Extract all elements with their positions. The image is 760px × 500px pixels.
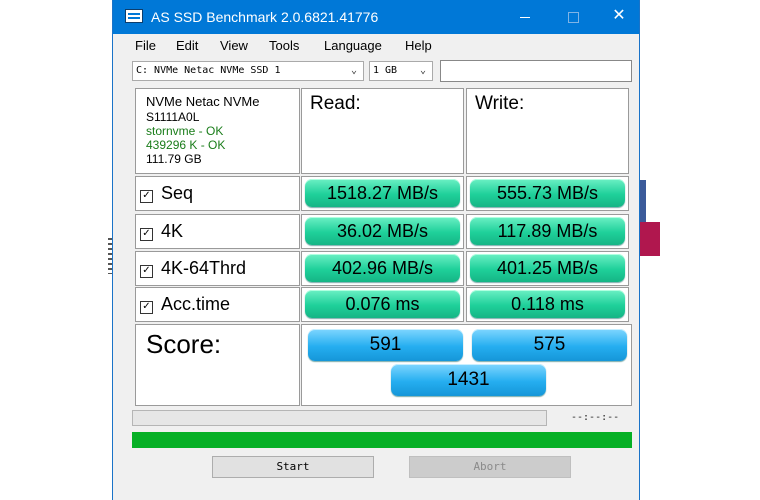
test-label: 4K-64Thrd xyxy=(161,258,247,278)
title-bar[interactable]: AS SSD Benchmark 2.0.6821.41776 ✕ xyxy=(113,0,639,34)
menu-language[interactable]: Language xyxy=(324,38,382,53)
test-row-4k[interactable]: ✓ 4K xyxy=(135,214,300,249)
test-row-seq[interactable]: ✓ Seq xyxy=(135,176,300,211)
desktop-background-blue xyxy=(640,180,646,226)
4k-read-result: 36.02 MB/s xyxy=(305,217,460,245)
maximize-icon xyxy=(567,11,579,23)
chevron-down-icon: ⌄ xyxy=(419,65,427,76)
menu-tools[interactable]: Tools xyxy=(269,38,299,53)
overall-progress-bar xyxy=(132,432,632,448)
benchmark-panel: NVMe Netac NVMe S1111A0L stornvme - OK 4… xyxy=(135,88,632,408)
test-label: 4K xyxy=(161,221,184,241)
menu-file[interactable]: File xyxy=(135,38,156,53)
acc-write-result: 0.118 ms xyxy=(470,290,625,318)
test-row-4k-64thrd[interactable]: ✓ 4K-64Thrd xyxy=(135,251,300,286)
4k-write-result: 117.89 MB/s xyxy=(470,217,625,245)
write-score: 575 xyxy=(472,329,627,361)
seq-write-result: 555.73 MB/s xyxy=(470,179,625,207)
seq-read-result: 1518.27 MB/s xyxy=(305,179,460,207)
test-label: Acc.time xyxy=(161,294,231,314)
drive-info: NVMe Netac NVMe S1111A0L stornvme - OK 4… xyxy=(135,88,300,174)
chevron-down-icon: ⌄ xyxy=(350,65,358,76)
write-column-header: Write: xyxy=(466,88,629,174)
drive-driver-status: stornvme - OK xyxy=(146,124,224,138)
drive-select-value: C: NVMe Netac NVMe SSD 1 xyxy=(136,65,281,76)
window-title: AS SSD Benchmark 2.0.6821.41776 xyxy=(151,9,379,25)
maximize-button[interactable] xyxy=(553,0,593,34)
drive-model: NVMe Netac NVMe xyxy=(146,94,260,109)
benchmark-progress-bar xyxy=(132,410,547,426)
minimize-icon xyxy=(520,16,530,18)
read-column-header: Read: xyxy=(301,88,464,174)
checkbox-icon[interactable]: ✓ xyxy=(140,265,153,278)
abort-button[interactable]: Abort xyxy=(409,456,571,478)
drive-alignment-status: 439296 K - OK xyxy=(146,138,226,152)
size-select[interactable]: 1 GB ⌄ xyxy=(369,61,433,81)
test-row-acc-time[interactable]: ✓ Acc.time xyxy=(135,287,300,322)
minimize-button[interactable] xyxy=(505,0,545,34)
app-window: AS SSD Benchmark 2.0.6821.41776 ✕ File E… xyxy=(112,0,640,500)
start-button[interactable]: Start xyxy=(212,456,374,478)
elapsed-time: --:--:-- xyxy=(571,412,620,423)
extra-input[interactable] xyxy=(440,60,632,82)
checkbox-icon[interactable]: ✓ xyxy=(140,228,153,241)
menu-view[interactable]: View xyxy=(220,38,248,53)
desktop-background-pink xyxy=(640,222,660,256)
4k64-write-result: 401.25 MB/s xyxy=(470,254,625,282)
drive-firmware: S1111A0L xyxy=(146,110,200,124)
total-score: 1431 xyxy=(391,364,546,396)
menu-edit[interactable]: Edit xyxy=(176,38,198,53)
close-button[interactable]: ✕ xyxy=(599,0,639,34)
checkbox-icon[interactable]: ✓ xyxy=(140,190,153,203)
4k64-read-result: 402.96 MB/s xyxy=(305,254,460,282)
app-icon xyxy=(125,9,143,23)
checkbox-icon[interactable]: ✓ xyxy=(140,301,153,314)
score-label: Score: xyxy=(135,324,300,406)
read-score: 591 xyxy=(308,329,463,361)
menu-bar: File Edit View Tools Language Help xyxy=(113,36,639,58)
size-select-value: 1 GB xyxy=(373,65,398,76)
acc-read-result: 0.076 ms xyxy=(305,290,460,318)
drive-select[interactable]: C: NVMe Netac NVMe SSD 1 ⌄ xyxy=(132,61,364,81)
test-label: Seq xyxy=(161,183,194,203)
menu-help[interactable]: Help xyxy=(405,38,432,53)
drive-capacity: 111.79 GB xyxy=(146,152,202,166)
